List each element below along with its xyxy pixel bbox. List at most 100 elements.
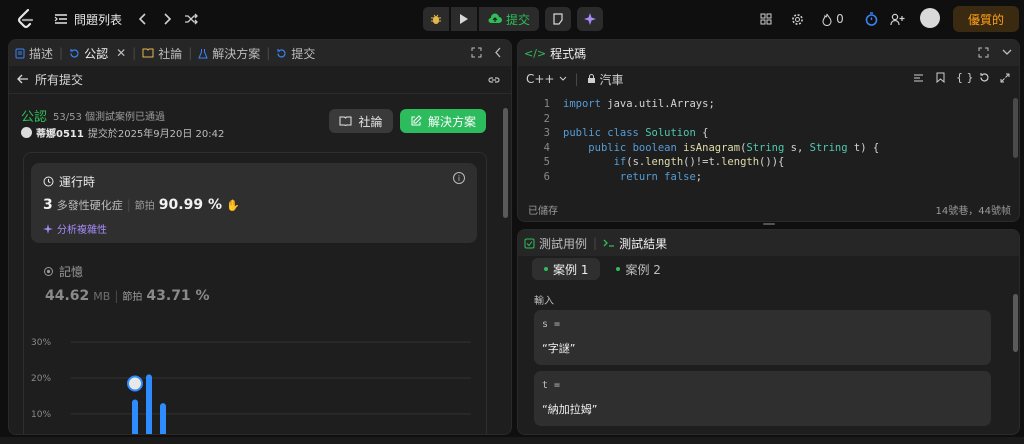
- pass-dot: [616, 267, 621, 271]
- format-icon[interactable]: [913, 73, 924, 87]
- case-tab-2[interactable]: 案例 2: [604, 258, 672, 280]
- value-separator: |: [114, 289, 119, 303]
- runtime-card[interactable]: 運行時 i 3 多發性硬化症 | 節拍 90.99 % ✋ 分析複雜性: [31, 163, 477, 243]
- tab-editorial[interactable]: 社論: [136, 40, 188, 66]
- info-icon[interactable]: i: [453, 172, 465, 184]
- auto-mode-label: 汽車: [599, 72, 624, 87]
- note-icon: [553, 13, 563, 25]
- your-submission-marker: [127, 375, 143, 392]
- y-tick-label: 20%: [31, 374, 51, 384]
- run-button[interactable]: [451, 7, 477, 31]
- timer-button[interactable]: [862, 8, 880, 30]
- book-icon: [339, 116, 352, 126]
- auto-mode[interactable]: 汽車: [587, 71, 624, 88]
- pass-dot: [544, 267, 548, 271]
- leetcode-logo-icon[interactable]: [16, 8, 36, 30]
- collapse-panel-icon[interactable]: [494, 47, 502, 61]
- post-solution-button[interactable]: 解決方案: [400, 109, 486, 133]
- chevron-down-icon[interactable]: [1002, 47, 1012, 61]
- maximize-icon[interactable]: [978, 47, 989, 61]
- tab-description[interactable]: 描述: [9, 40, 59, 66]
- username[interactable]: 蒂娜0511: [36, 125, 84, 140]
- input-label: 輸入: [534, 296, 554, 307]
- bug-icon: [431, 14, 441, 24]
- tests-passed: 53/53 個測試案例已通過: [53, 112, 165, 123]
- submit-button[interactable]: 提交: [479, 7, 539, 31]
- streak-counter[interactable]: 0: [818, 8, 848, 30]
- braces-icon[interactable]: { }: [956, 71, 974, 84]
- expand-icon[interactable]: [1000, 72, 1010, 86]
- layout-button[interactable]: [757, 8, 775, 30]
- test-panel: 測試用例 | 測試結果 案例 1 案例 2 輸入 s = “字謎” t = “納…: [517, 229, 1020, 435]
- tab-solutions[interactable]: 解決方案: [192, 40, 266, 66]
- panel-resize-handle[interactable]: [763, 223, 775, 225]
- tab-testcase[interactable]: 測試用例: [518, 230, 593, 256]
- distribution-bar: [160, 403, 166, 434]
- prev-problem-button[interactable]: [134, 9, 152, 29]
- memory-beats-label: 節拍: [122, 292, 143, 303]
- case-tabs: 案例 1 案例 2: [532, 258, 673, 280]
- memory-beats-value: 43.71 %: [146, 288, 210, 304]
- post-solution-label: 解決方案: [427, 114, 476, 129]
- shuffle-icon: [185, 13, 198, 25]
- settings-button[interactable]: [788, 8, 806, 30]
- code-line[interactable]: 2: [518, 113, 1019, 128]
- code-scrollbar[interactable]: [1013, 98, 1018, 158]
- line-text: public boolean isAnagram(String s, Strin…: [588, 141, 880, 154]
- test-scrollbar[interactable]: [1013, 294, 1018, 352]
- code-line[interactable]: 4 public boolean isAnagram(String s, Str…: [518, 141, 1019, 157]
- user-avatar[interactable]: [920, 8, 940, 28]
- random-problem-button[interactable]: [182, 9, 200, 29]
- line-number: 4: [543, 141, 550, 154]
- cursor-position: 14號巷，44號帧: [935, 205, 1011, 217]
- gear-icon: [791, 13, 803, 25]
- distribution-bar: [146, 374, 152, 434]
- tab-code[interactable]: </> 程式碼: [518, 40, 592, 66]
- toolbar-separator: |: [574, 72, 579, 86]
- chevron-left-icon: [138, 13, 146, 25]
- runtime-beats-label: 節拍: [134, 201, 155, 212]
- tab-submissions[interactable]: 提交: [270, 40, 321, 66]
- tab-testcase-label: 測試用例: [539, 236, 588, 251]
- add-friend-button[interactable]: [888, 8, 906, 30]
- ai-assist-button[interactable]: [577, 7, 603, 31]
- memory-title[interactable]: 記憶: [43, 263, 83, 280]
- tab-test-result[interactable]: 測試結果: [597, 230, 673, 256]
- layout-grid-icon: [760, 13, 772, 25]
- problem-list-button[interactable]: 問題列表: [54, 9, 122, 29]
- bookmark-icon[interactable]: [936, 72, 945, 86]
- code-line[interactable]: 6 return false;: [518, 171, 1019, 186]
- editorial-button[interactable]: 社論: [329, 109, 393, 133]
- code-line[interactable]: 3 public class Solution {: [518, 127, 1019, 142]
- back-to-submissions[interactable]: 所有提交: [9, 66, 511, 94]
- premium-button[interactable]: 優質的: [953, 6, 1019, 32]
- tab-description-label: 描述: [29, 46, 54, 61]
- line-number: 3: [543, 127, 550, 140]
- book-icon: [142, 48, 154, 58]
- case-tab-1[interactable]: 案例 1: [532, 258, 601, 280]
- close-tab-icon[interactable]: ✕: [116, 46, 126, 60]
- language-select[interactable]: C++: [526, 72, 567, 86]
- code-line[interactable]: 5 if(s.length()!=t.length()){: [518, 156, 1019, 171]
- debug-button[interactable]: [423, 7, 449, 31]
- code-line[interactable]: 1 import java.util.Arrays;: [518, 98, 1019, 113]
- tab-accepted[interactable]: 公認 ✕: [63, 40, 132, 66]
- analyze-complexity-link[interactable]: 分析複雜性: [43, 221, 107, 236]
- history-icon: [277, 48, 286, 58]
- case-1-label: 案例 1: [553, 262, 589, 277]
- code-area[interactable]: 1 import java.util.Arrays; 2 3 public class …: [518, 98, 1019, 186]
- runtime-title-label: 運行時: [59, 175, 96, 189]
- link-icon[interactable]: [487, 74, 501, 88]
- reset-icon[interactable]: [979, 72, 990, 86]
- next-problem-button[interactable]: [158, 9, 176, 29]
- maximize-icon[interactable]: [471, 47, 482, 61]
- document-icon: [15, 48, 25, 58]
- tab-accepted-label: 公認: [84, 46, 109, 61]
- line-text: import java.util.Arrays;: [563, 98, 715, 110]
- left-panel-scrollbar[interactable]: [503, 108, 508, 218]
- notes-button[interactable]: [545, 7, 571, 31]
- line-number: 5: [543, 156, 550, 169]
- line-text: if(s.length()!=t.length()){: [613, 156, 785, 169]
- streak-count: 0: [836, 12, 844, 26]
- runtime-unit: 多發性硬化症: [56, 199, 123, 212]
